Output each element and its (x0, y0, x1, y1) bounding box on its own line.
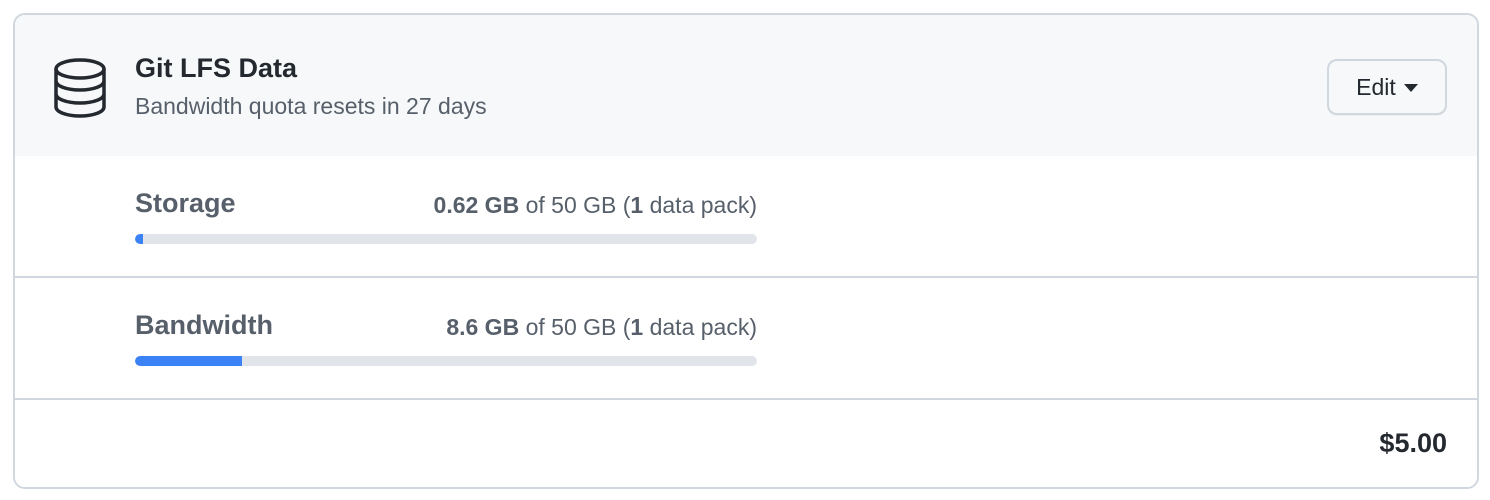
bandwidth-of-text: of 50 GB ( (519, 314, 631, 340)
database-icon (54, 58, 106, 118)
storage-usage-text: 0.62 GB of 50 GB (1 data pack) (135, 192, 757, 219)
card-title: Git LFS Data (135, 53, 298, 83)
caret-down-icon (1403, 84, 1418, 92)
card-header: Git LFS Data Bandwidth quota resets in 2… (15, 15, 1477, 158)
bandwidth-used: 8.6 GB (446, 314, 520, 340)
quota-reset-text: Bandwidth quota resets in 27 days (135, 93, 487, 119)
storage-progress-bar (135, 234, 757, 244)
price-total: $5.00 (1379, 428, 1447, 458)
bandwidth-packs: 1 (630, 314, 644, 340)
bandwidth-usage-text: 8.6 GB of 50 GB (1 data pack) (135, 314, 757, 341)
edit-button[interactable]: Edit (1327, 59, 1447, 115)
bandwidth-progress-bar (135, 356, 757, 366)
bandwidth-packs-suffix: data pack) (643, 314, 757, 340)
storage-used: 0.62 GB (433, 192, 520, 218)
git-lfs-data-card: Git LFS Data Bandwidth quota resets in 2… (13, 13, 1479, 489)
card-footer: $5.00 (15, 400, 1477, 487)
storage-progress-fill (135, 234, 143, 244)
storage-packs-suffix: data pack) (643, 192, 757, 218)
bandwidth-progress-fill (135, 356, 242, 366)
storage-row: Storage 0.62 GB of 50 GB (1 data pack) (15, 156, 1477, 278)
storage-of-text: of 50 GB ( (519, 192, 631, 218)
storage-packs: 1 (630, 192, 644, 218)
edit-button-label: Edit (1356, 73, 1396, 100)
bandwidth-row: Bandwidth 8.6 GB of 50 GB (1 data pack) (15, 278, 1477, 400)
